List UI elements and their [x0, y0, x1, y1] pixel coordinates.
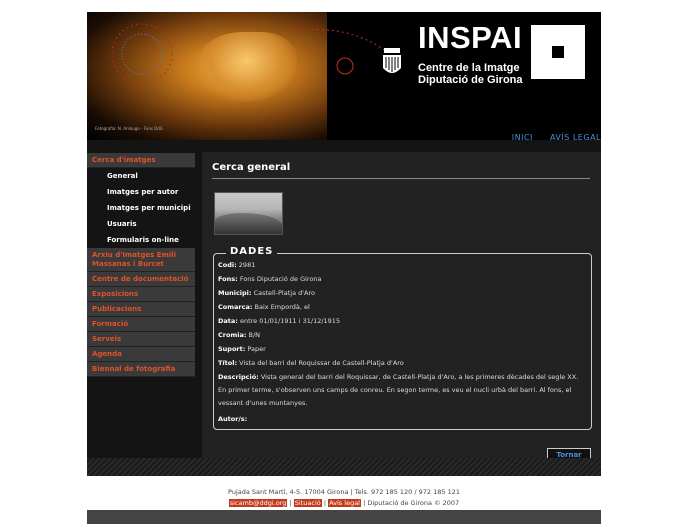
footer-separator: | — [323, 499, 327, 507]
sidebar-item-agenda[interactable]: Agenda — [87, 347, 195, 362]
brand-subtitle-1: Centre de la Imatge — [418, 62, 520, 74]
main-content: Cerca general DADES Codi: 2981 Fons: Fon… — [202, 152, 601, 462]
field-label: Suport: — [218, 345, 246, 353]
sidebar-item-publicacions[interactable]: Publicacions — [87, 302, 195, 317]
field-value: Vista del barri del Roquissar de Castell… — [239, 359, 404, 367]
field-titol: Títol: Vista del barri del Roquissar de … — [218, 357, 588, 370]
sidebar-sub-autor[interactable]: Imatges per autor — [87, 184, 195, 200]
nav-inici[interactable]: INICI — [512, 133, 533, 142]
page-title: Cerca general — [212, 162, 291, 173]
data-panel: DADES Codi: 2981 Fons: Fons Diputació de… — [213, 246, 592, 430]
sidebar-sub-general[interactable]: General — [87, 168, 195, 184]
sidebar-item-arxiu[interactable]: Arxiu d'Imatges Emili Massanas i Burcet — [87, 248, 195, 272]
brand-name: INSPAI — [418, 20, 523, 55]
field-value: 2981 — [238, 261, 256, 269]
field-autor: Autor/s: — [218, 413, 588, 426]
sidebar-item-exposicions[interactable]: Exposicions — [87, 287, 195, 302]
decorative-circles — [111, 23, 388, 85]
sidebar-sub-municipi[interactable]: Imatges per municipi — [87, 200, 195, 216]
field-municipi: Municipi: Castell-Platja d'Aro — [218, 287, 588, 300]
field-value: Fons Diputació de Girona — [239, 275, 322, 283]
sidebar-item-cerca[interactable]: Cerca d'imatges — [87, 153, 195, 168]
field-suport: Suport: Paper — [218, 343, 588, 356]
field-value: Castell-Platja d'Aro — [253, 289, 315, 297]
sidebar-sub-formularis[interactable]: Formularis on-line — [87, 232, 195, 248]
nav-avis-legal[interactable]: AVÍS LEGAL — [550, 133, 601, 142]
crest-icon — [383, 48, 401, 73]
footer-avis-link[interactable]: Avís legal — [328, 499, 361, 507]
field-value: Vista general del barri del Roquissar, d… — [218, 373, 579, 407]
sidebar-item-formacio[interactable]: Formació — [87, 317, 195, 332]
top-nav: INICI AVÍS LEGAL — [498, 133, 601, 143]
field-descripcio: Descripció: Vista general del barri del … — [218, 371, 588, 410]
field-comarca: Comarca: Baix Empordà, el — [218, 301, 588, 314]
logo-dot — [552, 46, 564, 58]
footer-copyright: Diputació de Girona © 2007 — [367, 499, 460, 507]
field-fons: Fons: Fons Diputació de Girona — [218, 273, 588, 286]
sidebar-item-biennal[interactable]: Biennal de fotografia — [87, 362, 195, 377]
field-cromia: Cromia: B/N — [218, 329, 588, 342]
field-value: Baix Empordà, el — [254, 303, 310, 311]
field-label: Autor/s: — [218, 415, 248, 423]
footer-separator: | — [363, 499, 366, 507]
field-label: Comarca: — [218, 303, 253, 311]
title-divider — [212, 178, 590, 179]
sidebar-item-documentacio[interactable]: Centre de documentació — [87, 272, 195, 287]
brand-subtitle-2: Diputació de Girona — [418, 74, 523, 86]
inspai-logo — [531, 25, 585, 79]
sidebar-sub-usuaris[interactable]: Usuaris — [87, 216, 195, 232]
page: Fotografia: N. Anlaugo - Fons DdG INSPAI… — [87, 12, 601, 524]
thumbnail-landscape — [215, 213, 282, 234]
panel-legend: DADES — [226, 246, 278, 257]
field-data: Data: entre 01/01/1911 i 31/12/1915 — [218, 315, 588, 328]
footer-links: sicamb@ddgi.org | Situació | Avís legal … — [87, 499, 601, 507]
photo-thumbnail[interactable] — [214, 192, 283, 235]
field-label: Municipi: — [218, 289, 252, 297]
sidebar: Cerca d'imatges General Imatges per auto… — [87, 153, 195, 377]
field-label: Cromia: — [218, 331, 247, 339]
bottom-bar — [87, 510, 601, 524]
field-label: Codi: — [218, 261, 237, 269]
field-label: Descripció: — [218, 373, 259, 381]
sidebar-item-serveis[interactable]: Serveis — [87, 332, 195, 347]
footer-separator: | — [289, 499, 292, 507]
field-value: entre 01/01/1911 i 31/12/1915 — [239, 317, 341, 325]
header: Fotografia: N. Anlaugo - Fons DdG INSPAI… — [87, 12, 601, 140]
field-label: Fons: — [218, 275, 238, 283]
field-codi: Codi: 2981 — [218, 259, 588, 272]
field-value: B/N — [248, 331, 261, 339]
field-label: Data: — [218, 317, 238, 325]
footer-email-link[interactable]: sicamb@ddgi.org — [228, 499, 288, 507]
footer-band — [87, 458, 601, 476]
footer-situacio-link[interactable]: Situació — [293, 499, 322, 507]
field-label: Títol: — [218, 359, 238, 367]
field-value: Paper — [247, 345, 266, 353]
footer-address: Pujada Sant Martí, 4-5. 17004 Girona | T… — [228, 488, 460, 496]
